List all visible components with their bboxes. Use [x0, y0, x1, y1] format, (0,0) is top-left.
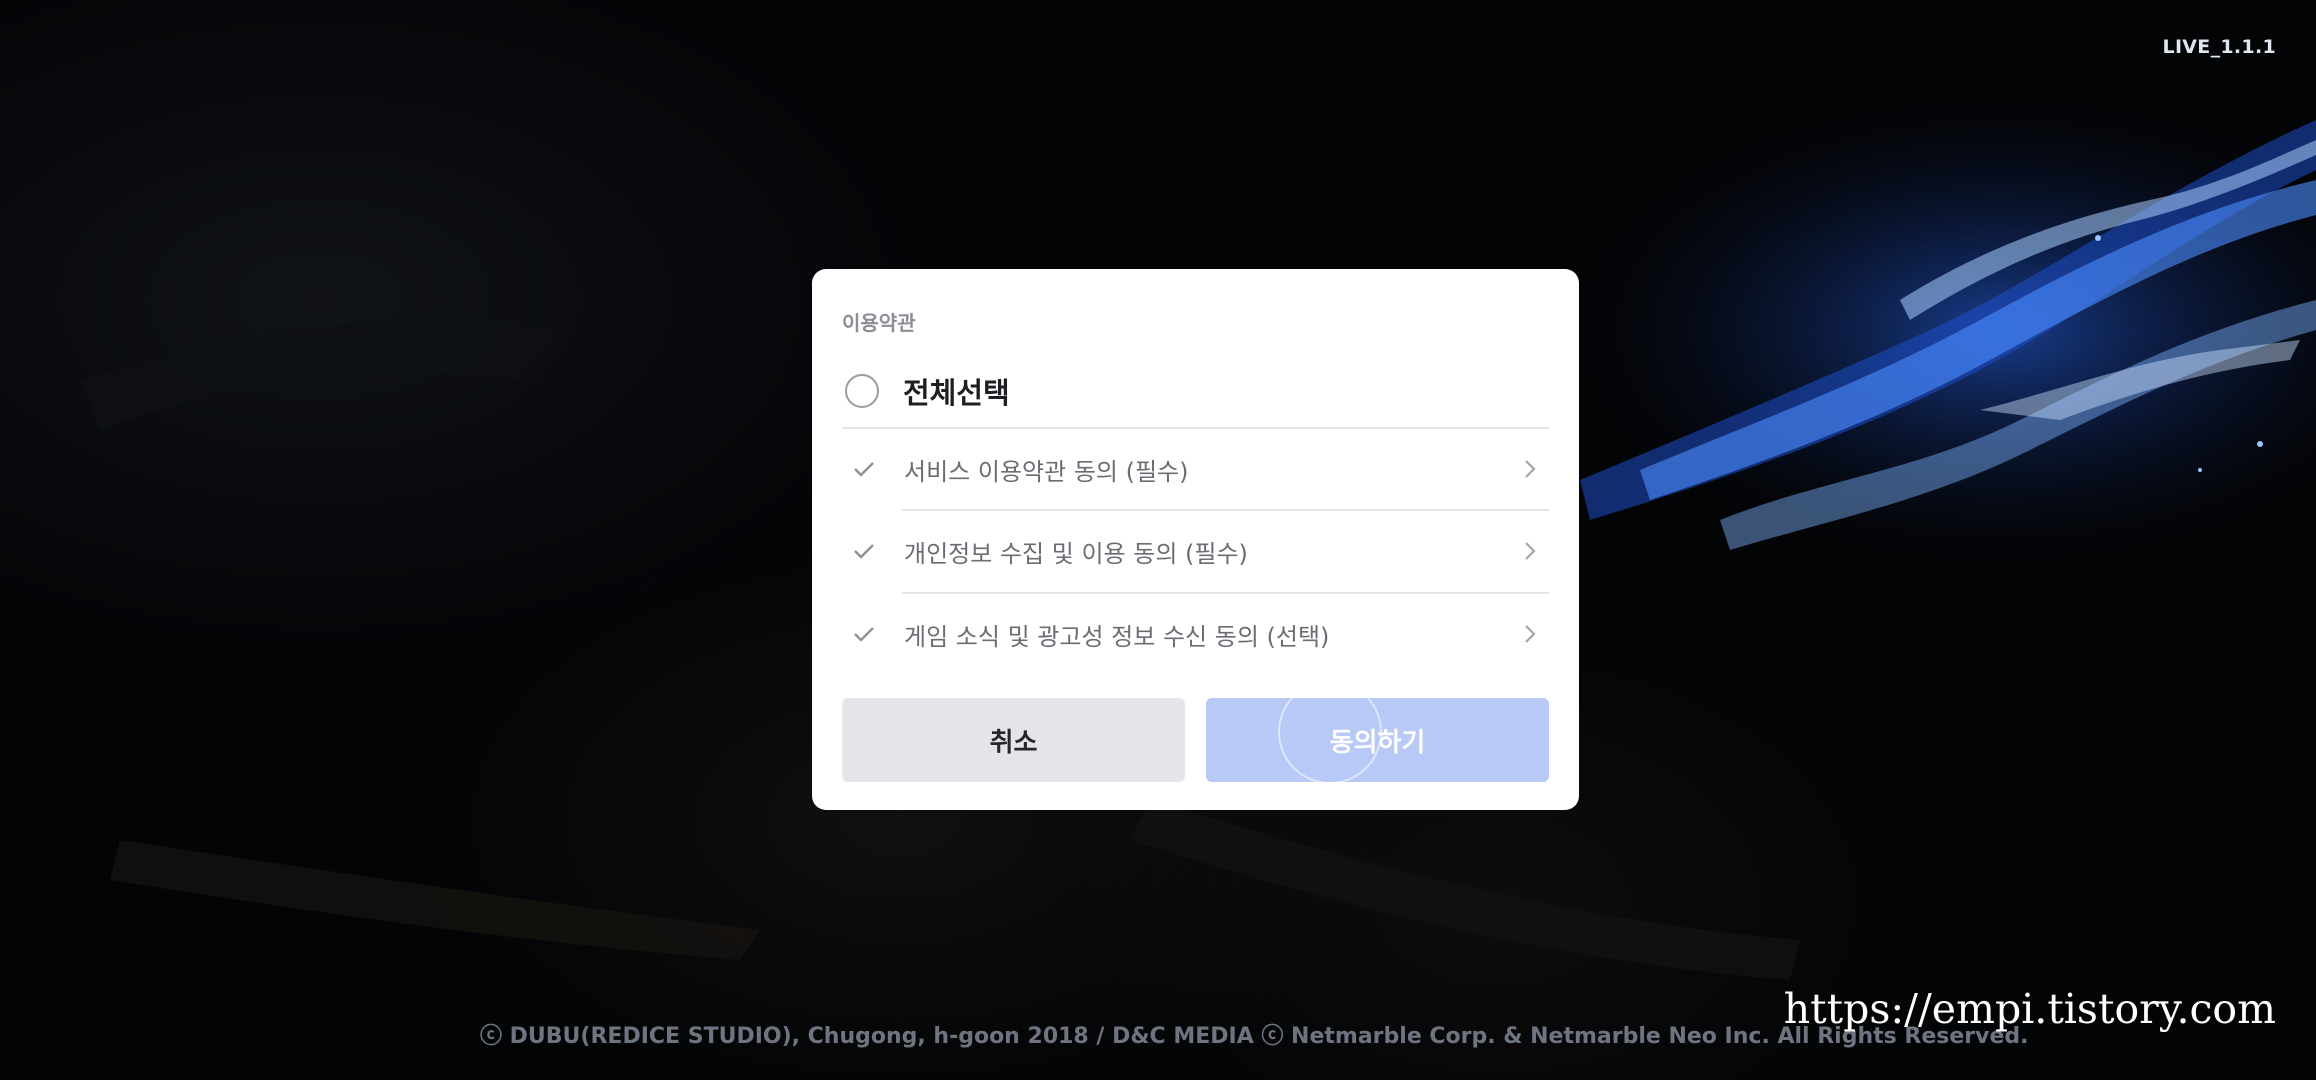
version-label: LIVE_1.1.1 [2162, 36, 2276, 58]
divider [902, 509, 1549, 511]
cancel-button[interactable]: 취소 [842, 698, 1185, 782]
agree-button-label: 동의하기 [1329, 727, 1426, 758]
select-all-label: 전체선택 [903, 376, 1010, 410]
terms-dialog: 이용약관 전체선택 서비스 이용약관 동의 (필수) 개인정보 수집 및 이용 … [812, 269, 1579, 810]
copyright-text: ⓒ DUBU(REDICE STUDIO), Chugong, h-goon 2… [480, 1024, 2029, 1049]
watermark-url: https://empi.tistory.com [1783, 985, 2276, 1033]
check-icon [854, 627, 874, 642]
term-label: 게임 소식 및 광고성 정보 수신 동의 (선택) [904, 622, 1330, 651]
chevron-right-icon[interactable] [1519, 455, 1541, 483]
divider [842, 427, 1549, 429]
chevron-right-icon[interactable] [1519, 620, 1541, 648]
check-icon [854, 462, 874, 477]
divider [902, 592, 1549, 594]
chevron-right-icon[interactable] [1519, 537, 1541, 565]
check-icon [854, 544, 874, 559]
agree-button[interactable]: 동의하기 [1206, 698, 1549, 782]
term-label: 서비스 이용약관 동의 (필수) [904, 457, 1189, 486]
term-row-service[interactable]: 서비스 이용약관 동의 (필수) [842, 441, 1549, 497]
select-all-toggle[interactable]: 전체선택 [842, 365, 1549, 417]
radio-circle-icon [845, 374, 879, 408]
cancel-button-label: 취소 [989, 727, 1038, 758]
game-screen: LIVE_1.1.1 이용약관 전체선택 서비스 이용약관 동의 (필수) 개인… [0, 0, 2316, 1080]
term-row-marketing[interactable]: 게임 소식 및 광고성 정보 수신 동의 (선택) [842, 606, 1549, 662]
dialog-title: 이용약관 [842, 311, 916, 335]
term-label: 개인정보 수집 및 이용 동의 (필수) [904, 539, 1248, 568]
term-row-privacy[interactable]: 개인정보 수집 및 이용 동의 (필수) [842, 523, 1549, 579]
